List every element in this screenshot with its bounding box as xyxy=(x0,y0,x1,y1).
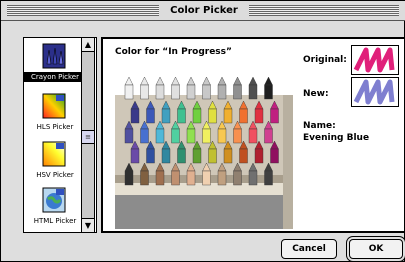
crayon[interactable] xyxy=(202,84,211,100)
crayon[interactable] xyxy=(248,170,258,186)
crayon[interactable] xyxy=(254,108,264,124)
sidebar-item-html-picker[interactable]: HTML Picker xyxy=(24,186,86,232)
crayon[interactable] xyxy=(202,128,211,144)
crayon[interactable] xyxy=(223,108,233,124)
crayon[interactable] xyxy=(248,128,258,144)
crayon[interactable] xyxy=(177,148,186,164)
crayon[interactable] xyxy=(186,170,196,186)
crayon[interactable] xyxy=(161,108,171,124)
new-label: New: xyxy=(303,89,329,99)
crayon[interactable] xyxy=(161,148,171,164)
crayon[interactable] xyxy=(192,148,202,164)
original-color-swatch xyxy=(351,45,399,75)
crayon[interactable] xyxy=(192,108,202,124)
crayon[interactable] xyxy=(146,108,155,124)
crayon[interactable] xyxy=(140,170,149,186)
hls-icon xyxy=(42,93,66,119)
crayon[interactable] xyxy=(155,84,165,100)
sidebar-item-crayon-picker[interactable]: Crayon Picker xyxy=(24,42,86,88)
new-crayon-scribble-icon xyxy=(353,79,395,105)
crayon[interactable] xyxy=(208,148,217,164)
crayon-box-image[interactable] xyxy=(115,67,293,229)
title-bar[interactable]: Color Picker xyxy=(1,1,405,21)
sidebar-item-hsv-picker[interactable]: HSV Picker xyxy=(24,140,86,186)
new-color-swatch xyxy=(351,77,399,107)
crayon[interactable] xyxy=(140,84,149,100)
sidebar-item-label: HSV Picker xyxy=(36,171,74,179)
crayon[interactable] xyxy=(130,108,140,124)
sidebar-item-label: HTML Picker xyxy=(33,217,77,225)
panel-heading: Color for “In Progress” xyxy=(115,47,232,57)
cancel-button[interactable]: Cancel xyxy=(281,239,337,259)
crayon[interactable] xyxy=(217,84,227,100)
crayon[interactable] xyxy=(130,148,140,164)
title-stripes-right xyxy=(249,5,399,16)
crayon[interactable] xyxy=(155,128,165,144)
crayon[interactable] xyxy=(171,84,180,100)
html-icon xyxy=(42,187,66,213)
crayon[interactable] xyxy=(239,148,248,164)
crayon[interactable] xyxy=(140,128,149,144)
scroll-down-arrow-icon[interactable]: ▼ xyxy=(82,218,94,232)
sidebar-item-hls-picker[interactable]: HLS Picker xyxy=(24,92,86,138)
sidebar-item-label: Crayon Picker xyxy=(24,72,86,82)
crayon[interactable] xyxy=(124,170,134,186)
crayon[interactable] xyxy=(223,148,233,164)
crayon[interactable] xyxy=(186,84,196,100)
crayon[interactable] xyxy=(124,84,134,100)
crayon[interactable] xyxy=(264,84,273,100)
crayon[interactable] xyxy=(233,84,242,100)
crayon[interactable] xyxy=(124,128,134,144)
name-label: Name: xyxy=(303,121,336,131)
crayon[interactable] xyxy=(233,128,242,144)
crayon[interactable] xyxy=(177,108,186,124)
crayon[interactable] xyxy=(239,108,248,124)
color-picker-window: Color Picker Crayon Picker HLS Picker HS… xyxy=(0,0,405,262)
title-stripes-left xyxy=(7,5,159,16)
crayon[interactable] xyxy=(146,148,155,164)
crayon-icon xyxy=(42,43,66,69)
crayon[interactable] xyxy=(233,170,242,186)
scroll-thumb[interactable]: ≡ xyxy=(82,130,94,144)
crayon[interactable] xyxy=(248,84,258,100)
color-name-value: Evening Blue xyxy=(303,133,370,143)
original-label: Original: xyxy=(303,55,347,65)
crayon[interactable] xyxy=(186,128,196,144)
original-crayon-scribble-icon xyxy=(353,47,395,73)
crayon[interactable] xyxy=(270,108,279,124)
crayon[interactable] xyxy=(254,148,264,164)
crayon-picker-panel: Color for “In Progress” Original: New: N… xyxy=(101,37,405,233)
crayon[interactable] xyxy=(208,108,217,124)
hsv-icon xyxy=(42,141,66,167)
window-title: Color Picker xyxy=(163,3,245,19)
crayon[interactable] xyxy=(171,170,180,186)
ok-button[interactable]: OK xyxy=(349,239,403,259)
crayon[interactable] xyxy=(270,148,279,164)
picker-list-scrollbar[interactable]: ▲ ≡ ▼ xyxy=(81,37,95,233)
crayon[interactable] xyxy=(202,170,211,186)
crayon[interactable] xyxy=(217,128,227,144)
sidebar-item-label: HLS Picker xyxy=(36,123,74,131)
crayon[interactable] xyxy=(155,170,165,186)
crayon[interactable] xyxy=(217,170,227,186)
crayon[interactable] xyxy=(171,128,180,144)
crayon[interactable] xyxy=(264,170,273,186)
scroll-up-arrow-icon[interactable]: ▲ xyxy=(82,38,94,52)
crayon[interactable] xyxy=(264,128,273,144)
